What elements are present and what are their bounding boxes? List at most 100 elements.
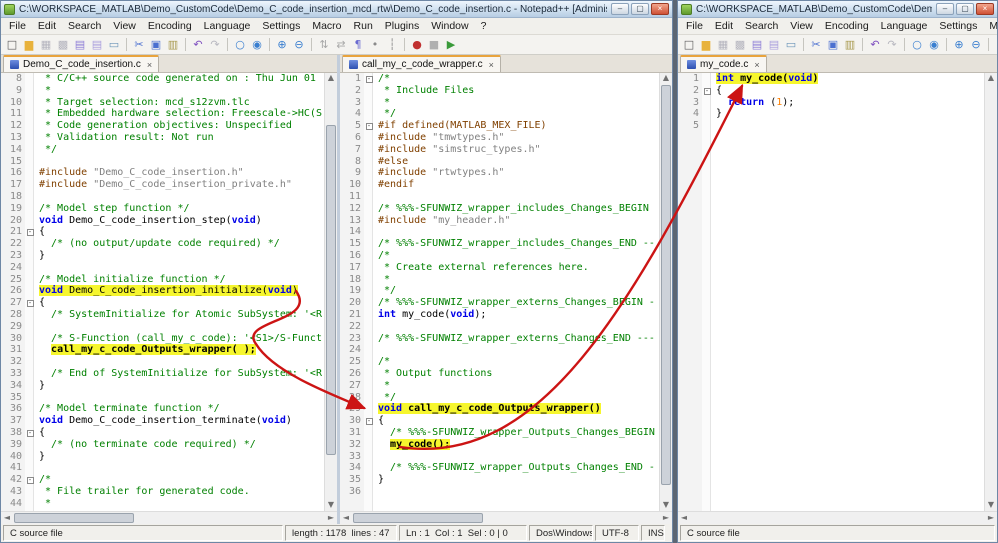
find-icon[interactable]: ○ bbox=[909, 37, 925, 53]
status-eol-format[interactable]: Dos\Windows bbox=[529, 525, 593, 541]
minimize-button[interactable]: – bbox=[611, 3, 629, 15]
scroll-left-icon[interactable]: ◄ bbox=[1, 512, 13, 524]
vertical-scrollbar[interactable]: ▲ ▼ bbox=[984, 73, 997, 511]
menu-item-language[interactable]: Language bbox=[875, 19, 934, 33]
vertical-scrollbar[interactable]: ▲ ▼ bbox=[659, 73, 672, 511]
save-icon[interactable]: ▦ bbox=[715, 37, 731, 53]
play-macro-icon[interactable]: ▶ bbox=[443, 37, 459, 53]
scroll-down-icon[interactable]: ▼ bbox=[660, 500, 672, 511]
tab-call-my-c-code-wrapper[interactable]: call_my_c_code_wrapper.c × bbox=[342, 55, 501, 72]
code-editor-my-code[interactable]: 1 int my_code(void) 2-{3 return (1); 4} 5 bbox=[678, 73, 984, 511]
code-editor-left[interactable]: 8 * C/C++ source code generated on : Thu… bbox=[1, 73, 324, 511]
code-editor-mid[interactable]: 1-/* 2 * Include Files 3 * 4 */5- #if define… bbox=[340, 73, 659, 511]
scroll-left-icon[interactable]: ◄ bbox=[340, 512, 352, 524]
open-folder-icon[interactable]: ▆ bbox=[698, 37, 714, 53]
close-button[interactable]: × bbox=[651, 3, 669, 15]
save-all-icon[interactable]: ▩ bbox=[55, 37, 71, 53]
sync-vertical-icon[interactable]: ⇅ bbox=[316, 37, 332, 53]
copy-icon[interactable]: ▣ bbox=[825, 37, 841, 53]
zoom-out-icon[interactable]: ⊖ bbox=[968, 37, 984, 53]
redo-icon[interactable]: ↷ bbox=[884, 37, 900, 53]
menu-item-language[interactable]: Language bbox=[198, 19, 257, 33]
vertical-scrollbar[interactable]: ▲ ▼ bbox=[324, 73, 337, 511]
menu-item-plugins[interactable]: Plugins bbox=[379, 19, 425, 33]
stop-macro-icon[interactable]: ■ bbox=[426, 37, 442, 53]
tab-close-icon[interactable]: × bbox=[147, 60, 152, 70]
scroll-up-icon[interactable]: ▲ bbox=[985, 73, 997, 84]
redo-icon[interactable]: ↷ bbox=[207, 37, 223, 53]
zoom-in-icon[interactable]: ⊕ bbox=[951, 37, 967, 53]
menu-item-search[interactable]: Search bbox=[739, 19, 784, 33]
menu-item-settings[interactable]: Settings bbox=[256, 19, 306, 33]
scroll-right-icon[interactable]: ► bbox=[325, 512, 337, 524]
tab-my-code[interactable]: my_code.c × bbox=[680, 55, 767, 72]
menu-item-view[interactable]: View bbox=[784, 19, 819, 33]
fold-marker-icon[interactable]: - bbox=[26, 429, 34, 437]
scroll-up-icon[interactable]: ▲ bbox=[660, 73, 672, 84]
zoom-in-icon[interactable]: ⊕ bbox=[274, 37, 290, 53]
menu-item-run[interactable]: Run bbox=[348, 19, 379, 33]
menu-item-settings[interactable]: Settings bbox=[933, 19, 983, 33]
word-wrap-icon[interactable]: ¶ bbox=[350, 37, 366, 53]
menu-item-edit[interactable]: Edit bbox=[32, 19, 62, 33]
print-icon[interactable]: ▭ bbox=[783, 37, 799, 53]
sync-vertical-icon[interactable]: ⇅ bbox=[993, 37, 997, 53]
fold-marker-icon[interactable]: - bbox=[26, 477, 34, 485]
undo-icon[interactable]: ↶ bbox=[867, 37, 883, 53]
new-file-icon[interactable]: □ bbox=[681, 37, 697, 53]
fold-marker-icon[interactable]: - bbox=[26, 229, 34, 237]
tab-demo-c-code-insertion[interactable]: Demo_C_code_insertion.c × bbox=[3, 55, 160, 72]
sync-horizontal-icon[interactable]: ⇄ bbox=[333, 37, 349, 53]
menu-item-edit[interactable]: Edit bbox=[709, 19, 739, 33]
scroll-left-icon[interactable]: ◄ bbox=[678, 512, 690, 524]
scroll-right-icon[interactable]: ► bbox=[985, 512, 997, 524]
minimize-button[interactable]: – bbox=[936, 3, 954, 15]
menu-item-macro[interactable]: Macro bbox=[983, 19, 997, 33]
menu-item-encoding[interactable]: Encoding bbox=[819, 19, 875, 33]
paste-icon[interactable]: ▥ bbox=[842, 37, 858, 53]
menu-item-encoding[interactable]: Encoding bbox=[142, 19, 198, 33]
indent-guide-icon[interactable]: ┆ bbox=[384, 37, 400, 53]
scrollbar-thumb[interactable] bbox=[661, 85, 671, 485]
replace-icon[interactable]: ◉ bbox=[249, 37, 265, 53]
cut-icon[interactable]: ✂ bbox=[131, 37, 147, 53]
menu-item-file[interactable]: File bbox=[3, 19, 32, 33]
find-icon[interactable]: ○ bbox=[232, 37, 248, 53]
fold-marker-icon[interactable]: - bbox=[365, 123, 373, 131]
maximize-button[interactable]: ▢ bbox=[631, 3, 649, 15]
fold-marker-icon[interactable]: - bbox=[365, 76, 373, 83]
print-icon[interactable]: ▭ bbox=[106, 37, 122, 53]
scrollbar-thumb[interactable] bbox=[353, 513, 483, 523]
horizontal-scrollbar[interactable]: ◄ ► bbox=[340, 511, 672, 524]
title-bar[interactable]: C:\WORKSPACE_MATLAB\Demo_CustomCode\Demo… bbox=[1, 1, 672, 18]
close-all-docs-icon[interactable]: ▤ bbox=[766, 37, 782, 53]
show-all-chars-icon[interactable]: • bbox=[367, 37, 383, 53]
scrollbar-thumb[interactable] bbox=[14, 513, 134, 523]
menu-item-help[interactable]: ? bbox=[475, 19, 493, 33]
horizontal-scrollbar[interactable]: ◄ ► bbox=[1, 511, 337, 524]
scroll-down-icon[interactable]: ▼ bbox=[325, 500, 337, 511]
paste-icon[interactable]: ▥ bbox=[165, 37, 181, 53]
horizontal-scrollbar[interactable]: ◄ ► bbox=[678, 511, 997, 524]
save-icon[interactable]: ▦ bbox=[38, 37, 54, 53]
save-all-icon[interactable]: ▩ bbox=[732, 37, 748, 53]
tab-close-icon[interactable]: × bbox=[754, 60, 759, 70]
undo-icon[interactable]: ↶ bbox=[190, 37, 206, 53]
record-macro-icon[interactable]: ● bbox=[409, 37, 425, 53]
menu-item-window[interactable]: Window bbox=[425, 19, 474, 33]
new-file-icon[interactable]: □ bbox=[4, 37, 20, 53]
zoom-out-icon[interactable]: ⊖ bbox=[291, 37, 307, 53]
copy-icon[interactable]: ▣ bbox=[148, 37, 164, 53]
scroll-up-icon[interactable]: ▲ bbox=[325, 73, 337, 84]
menu-item-file[interactable]: File bbox=[680, 19, 709, 33]
fold-marker-icon[interactable]: - bbox=[26, 300, 34, 308]
scroll-down-icon[interactable]: ▼ bbox=[985, 500, 997, 511]
title-bar[interactable]: C:\WORKSPACE_MATLAB\Demo_CustomCode\Demo… bbox=[678, 1, 997, 18]
fold-marker-icon[interactable]: - bbox=[703, 87, 711, 95]
fold-marker-icon[interactable]: - bbox=[365, 418, 373, 426]
status-encoding[interactable]: UTF-8 bbox=[595, 525, 639, 541]
close-button[interactable]: × bbox=[976, 3, 994, 15]
open-folder-icon[interactable]: ▆ bbox=[21, 37, 37, 53]
maximize-button[interactable]: ▢ bbox=[956, 3, 974, 15]
menu-item-search[interactable]: Search bbox=[62, 19, 107, 33]
